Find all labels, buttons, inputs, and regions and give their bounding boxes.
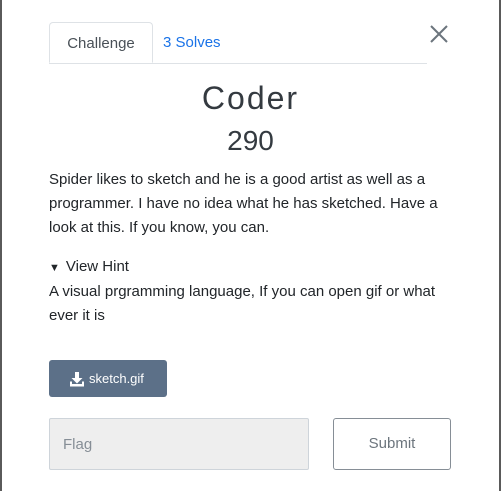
close-button[interactable]: [428, 23, 450, 45]
view-hint-label: View Hint: [65, 258, 129, 275]
challenge-value: 290: [227, 125, 274, 156]
challenge-description: Spider likes to sketch and he is a good …: [49, 171, 438, 236]
tab-bar: Challenge 3 Solves: [49, 22, 427, 64]
tab-challenge[interactable]: Challenge: [49, 22, 153, 63]
view-hint-toggle[interactable]: ▼ View Hint: [49, 258, 129, 275]
hint-content: A visual prgramming language, If you can…: [49, 283, 436, 324]
flag-input[interactable]: [49, 418, 309, 470]
file-name: sketch.gif: [89, 371, 144, 386]
submit-button[interactable]: Submit: [333, 418, 451, 470]
tab-solves[interactable]: 3 Solves: [163, 22, 233, 63]
challenge-name: Coder: [201, 80, 300, 116]
triangle-down-icon: ▼: [49, 262, 60, 274]
download-icon: [70, 372, 84, 387]
close-icon: [430, 25, 448, 43]
download-file-button[interactable]: sketch.gif: [49, 360, 167, 397]
challenge-modal: Challenge 3 Solves Coder 290 Spider like…: [2, 0, 499, 491]
